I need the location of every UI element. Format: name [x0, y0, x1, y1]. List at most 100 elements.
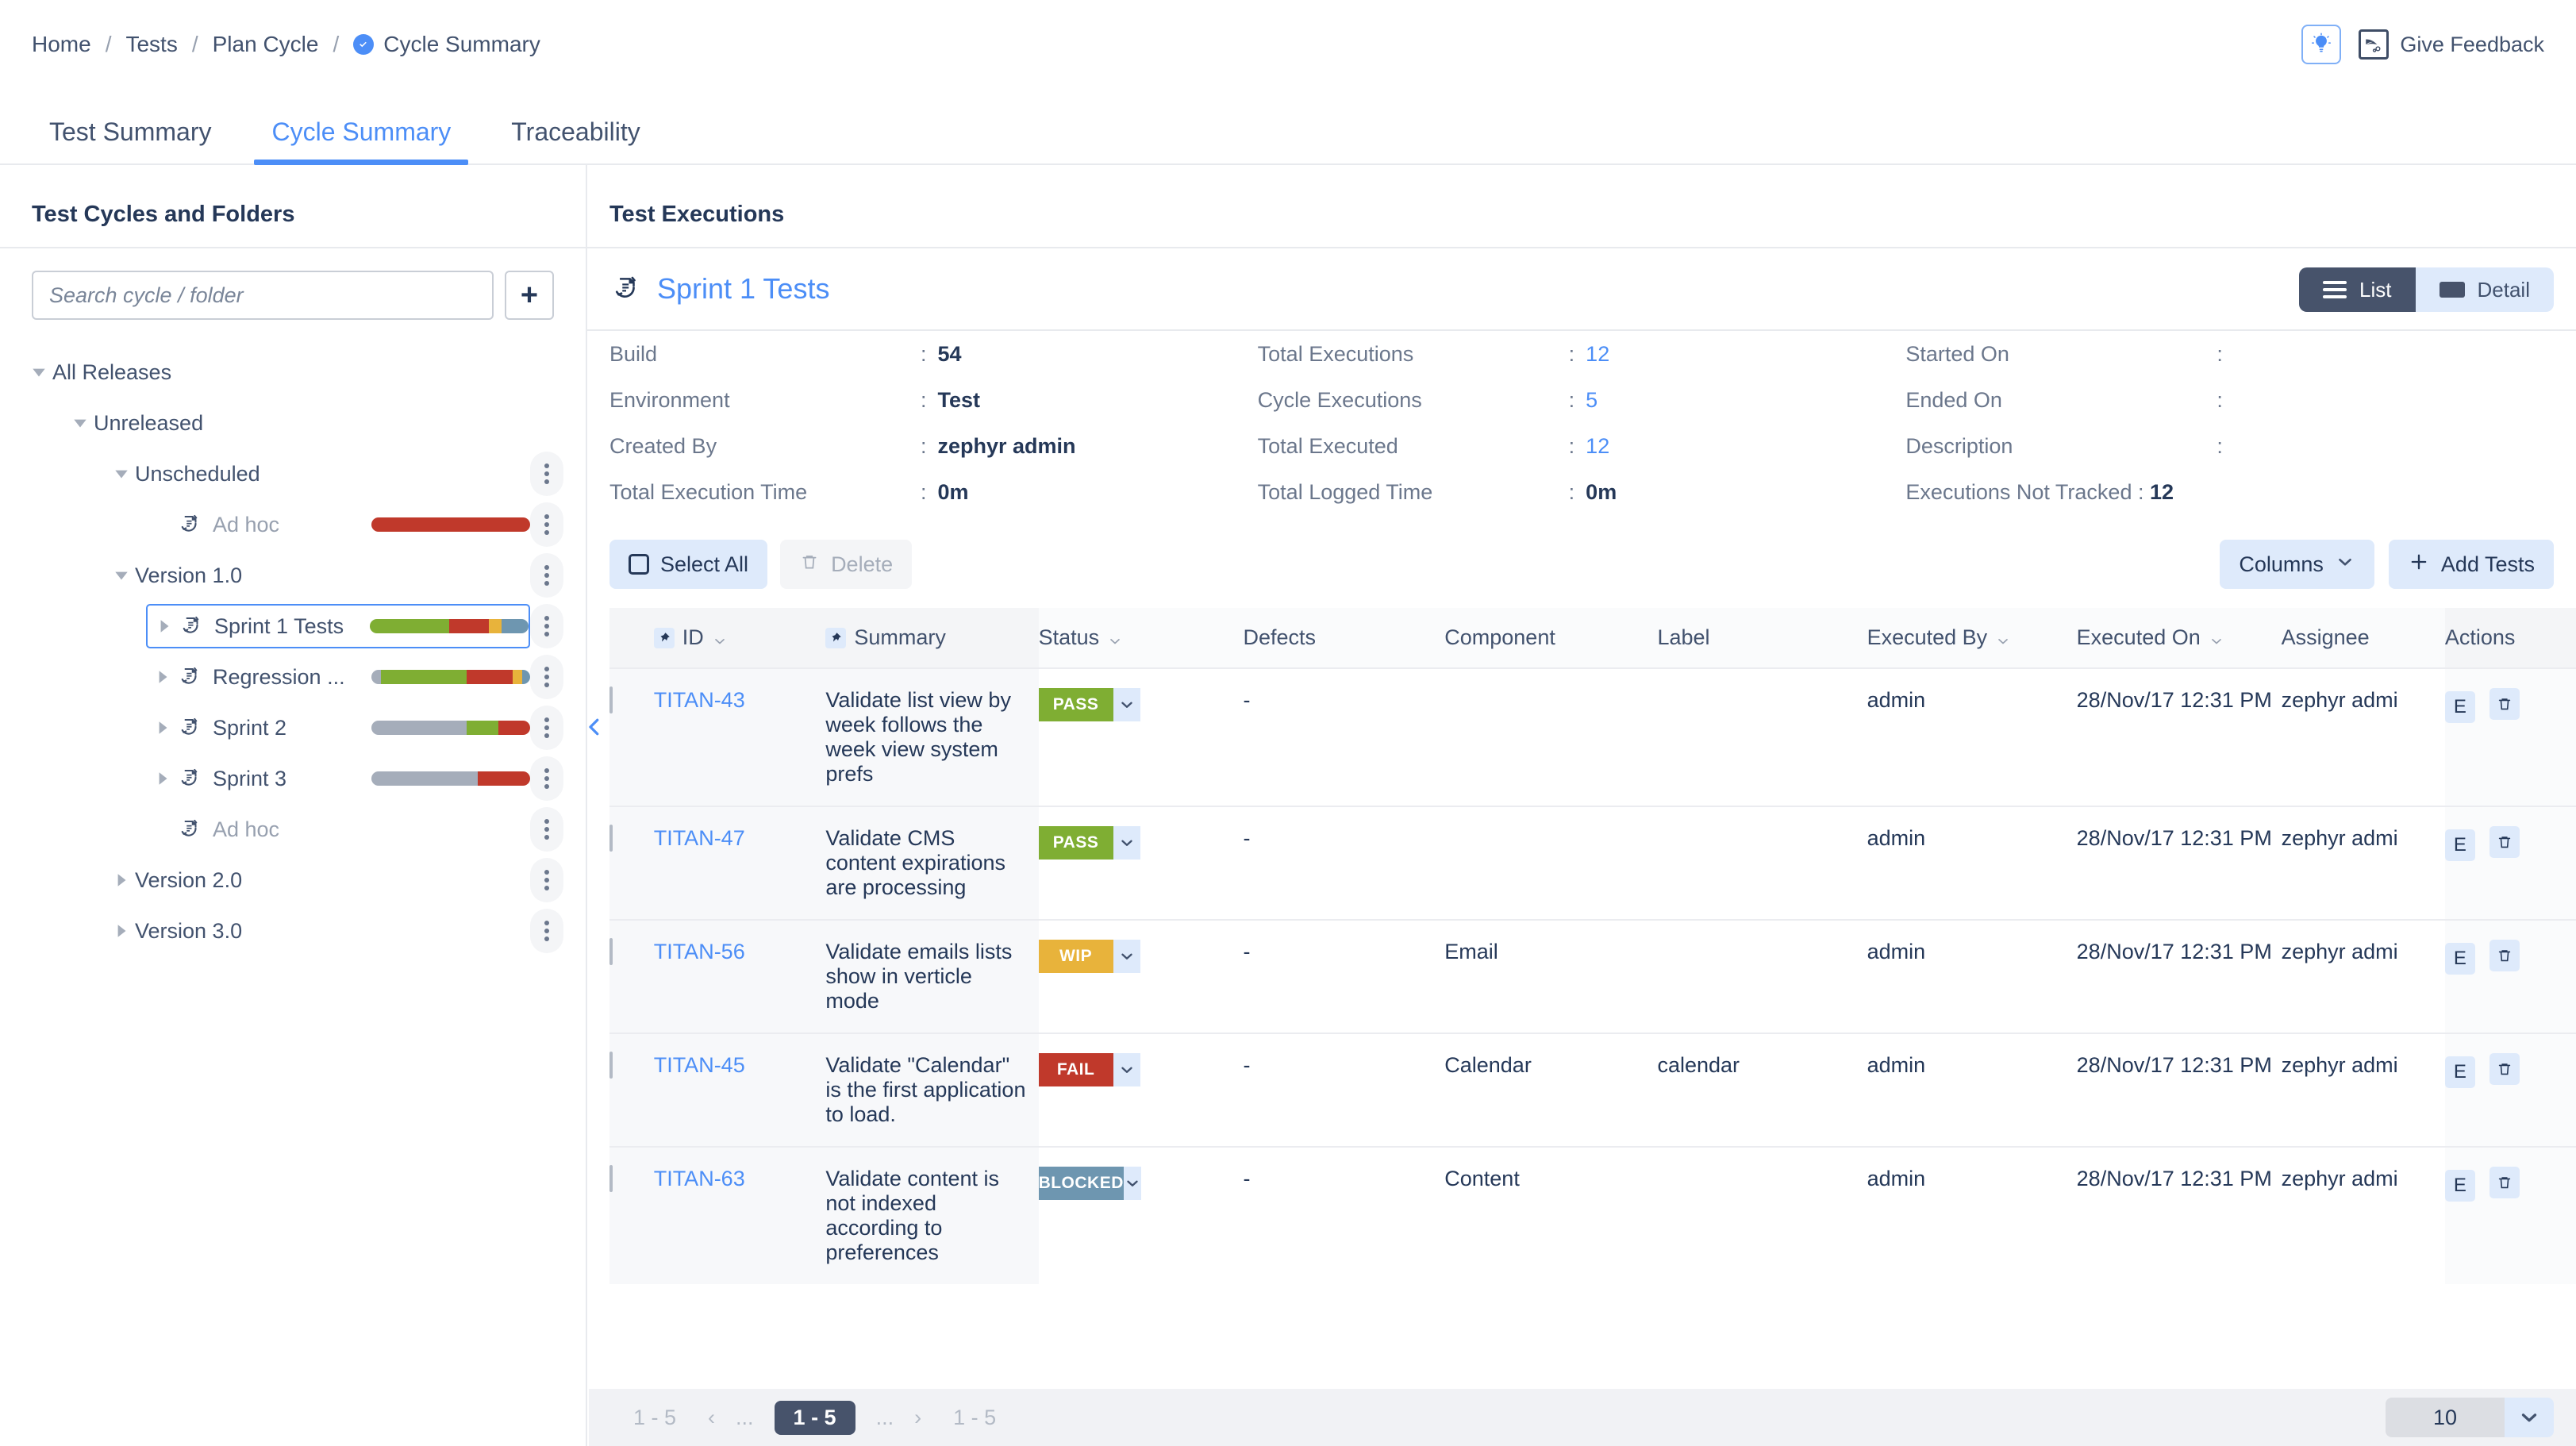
tree-node[interactable]: Sprint 1 Tests	[0, 601, 586, 652]
table-header-status[interactable]: Status	[1038, 608, 1244, 668]
caret-right-icon[interactable]	[149, 719, 176, 736]
status-chevron-down-icon[interactable]	[1113, 940, 1140, 973]
select-all-button[interactable]: Select All	[609, 540, 768, 589]
tree-node[interactable]: All Releases	[0, 347, 586, 398]
delete-row-icon[interactable]	[2489, 1053, 2520, 1085]
tree-node-inner[interactable]: All Releases	[22, 350, 563, 394]
execute-button[interactable]: E	[2444, 1170, 2475, 1202]
meta-value-text[interactable]: 12	[1586, 342, 1609, 367]
caret-right-icon[interactable]	[149, 668, 176, 686]
more-options-icon[interactable]	[530, 756, 563, 801]
pin-icon[interactable]	[825, 627, 847, 648]
status-badge[interactable]: PASS	[1038, 688, 1113, 721]
delete-row-icon[interactable]	[2489, 826, 2520, 858]
tree-node[interactable]: Sprint 3	[0, 753, 586, 804]
status-control[interactable]: PASS	[1038, 826, 1140, 860]
status-chevron-down-icon[interactable]	[1113, 688, 1140, 721]
table-row[interactable]: TITAN-56 Validate emails lists show in ve…	[609, 920, 2576, 1033]
meta-value-text[interactable]: 5	[1586, 388, 1598, 413]
tree-node-inner[interactable]: Version 1.0	[105, 553, 530, 598]
more-options-icon[interactable]	[530, 553, 563, 598]
caret-right-icon[interactable]	[149, 770, 176, 787]
table-header-actions[interactable]: Actions	[2444, 608, 2576, 668]
delete-row-icon[interactable]	[2489, 688, 2520, 720]
columns-button[interactable]: Columns	[2220, 540, 2374, 589]
more-options-icon[interactable]	[530, 502, 563, 547]
tree-node[interactable]: Regression ...	[0, 652, 586, 702]
tree-node-inner[interactable]: Sprint 3	[146, 756, 530, 801]
caret-right-icon[interactable]	[151, 617, 178, 635]
collapse-panel-chevron-left-icon[interactable]	[579, 703, 609, 751]
row-checkbox[interactable]	[609, 686, 613, 713]
status-badge[interactable]: WIP	[1038, 940, 1113, 973]
cycle-name[interactable]: Sprint 1 Tests	[657, 272, 829, 306]
tree-node[interactable]: Ad hoc	[0, 499, 586, 550]
tree-node-inner[interactable]: Version 2.0	[105, 858, 530, 902]
execute-button[interactable]: E	[2444, 829, 2475, 861]
sort-chevron-down-icon[interactable]	[712, 630, 728, 646]
execute-button[interactable]: E	[2444, 1056, 2475, 1088]
tree-node-inner[interactable]: Unreleased	[63, 401, 563, 445]
caret-down-icon[interactable]	[108, 567, 135, 584]
table-header-executed-on[interactable]: Executed On	[2076, 608, 2282, 668]
table-row[interactable]: TITAN-43 Validate list view by week follo…	[609, 668, 2576, 806]
caret-right-icon[interactable]	[108, 871, 135, 889]
breadcrumb-item-home[interactable]: Home	[32, 32, 91, 57]
caret-down-icon[interactable]	[25, 363, 52, 381]
status-chevron-down-icon[interactable]	[1123, 1167, 1141, 1200]
view-toggle-list[interactable]: List	[2299, 267, 2416, 312]
table-header-id[interactable]: ID	[653, 608, 826, 668]
table-header-defects[interactable]: Defects	[1243, 608, 1445, 668]
tree-node[interactable]: Unreleased	[0, 398, 586, 448]
table-header-summary[interactable]: Summary	[825, 608, 1039, 668]
page-size-selector[interactable]: 10	[2385, 1398, 2554, 1437]
add-tests-button[interactable]: Add Tests	[2388, 540, 2554, 589]
search-input[interactable]	[32, 271, 494, 320]
status-chevron-down-icon[interactable]	[1113, 1053, 1140, 1086]
caret-down-icon[interactable]	[67, 414, 94, 432]
tree-node[interactable]: Version 1.0	[0, 550, 586, 601]
table-row[interactable]: TITAN-47 Validate CMS content expirations…	[609, 806, 2576, 920]
more-options-icon[interactable]	[530, 909, 563, 953]
status-badge[interactable]: BLOCKED	[1038, 1167, 1124, 1200]
row-checkbox[interactable]	[609, 1052, 613, 1079]
tree-node[interactable]: Unscheduled	[0, 448, 586, 499]
test-id-link[interactable]: TITAN-45	[654, 1053, 745, 1077]
status-badge[interactable]: FAIL	[1038, 1053, 1113, 1086]
pagination-next-button[interactable]: ›	[914, 1406, 921, 1430]
more-options-icon[interactable]	[530, 604, 563, 648]
lightbulb-icon[interactable]	[2301, 25, 2342, 64]
breadcrumb-item-plan-cycle[interactable]: Plan Cycle	[213, 32, 319, 57]
test-id-link[interactable]: TITAN-43	[654, 688, 745, 712]
tree-node[interactable]: Version 3.0	[0, 906, 586, 956]
sort-chevron-down-icon[interactable]	[1995, 630, 2011, 646]
status-chevron-down-icon[interactable]	[1113, 826, 1140, 860]
status-control[interactable]: BLOCKED	[1038, 1167, 1141, 1200]
table-header-executed-by[interactable]: Executed By	[1867, 608, 2077, 668]
pagination-current-page[interactable]: 1 - 5	[774, 1400, 855, 1435]
more-options-icon[interactable]	[530, 706, 563, 750]
tree-node-inner[interactable]: Unscheduled	[105, 452, 530, 496]
tree-node-inner[interactable]: Version 3.0	[105, 909, 530, 953]
delete-row-icon[interactable]	[2489, 1167, 2520, 1198]
pagination-next-ellipsis[interactable]: ...	[876, 1406, 894, 1430]
table-row[interactable]: TITAN-45 Validate "Calendar" is the first…	[609, 1033, 2576, 1147]
more-options-icon[interactable]	[530, 452, 563, 496]
breadcrumb-item-tests[interactable]: Tests	[125, 32, 177, 57]
execute-button[interactable]: E	[2444, 691, 2475, 723]
sort-chevron-down-icon[interactable]	[1107, 630, 1123, 646]
pagination-prev-button[interactable]: ‹	[708, 1406, 715, 1430]
delete-button[interactable]: Delete	[780, 540, 913, 589]
tree-node[interactable]: Version 2.0	[0, 855, 586, 906]
row-checkbox[interactable]	[609, 1165, 613, 1192]
tree-node-inner[interactable]: Sprint 1 Tests	[146, 604, 530, 648]
test-id-link[interactable]: TITAN-56	[654, 940, 745, 963]
execute-button[interactable]: E	[2444, 943, 2475, 975]
pin-icon[interactable]	[653, 627, 675, 648]
table-header-component[interactable]: Component	[1444, 608, 1658, 668]
more-options-icon[interactable]	[530, 858, 563, 902]
tree-node-inner[interactable]: Regression ...	[146, 655, 530, 699]
tab-traceability[interactable]: Traceability	[494, 119, 657, 163]
status-control[interactable]: PASS	[1038, 688, 1140, 721]
add-cycle-button[interactable]: +	[505, 271, 554, 320]
